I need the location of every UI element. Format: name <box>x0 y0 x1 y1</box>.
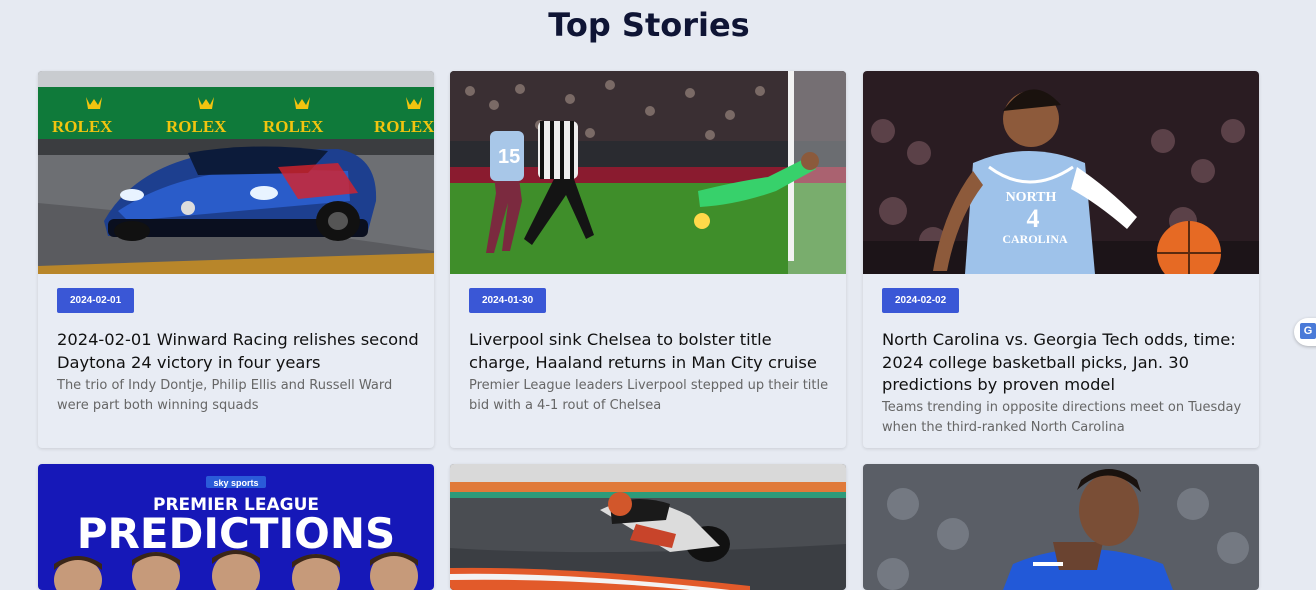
story-image-basketball[interactable]: NORTH 4 CAROLINA <box>863 71 1259 274</box>
story-image-football[interactable]: 15 <box>450 71 846 274</box>
story-headline[interactable]: 2024-02-01 Winward Racing relishes secon… <box>57 329 419 374</box>
date-badge: 2024-02-01 <box>57 288 135 313</box>
image-text: ROLEX <box>52 117 113 136</box>
image-text: 4 <box>1027 204 1040 233</box>
date-badge: 2024-02-02 <box>882 288 960 313</box>
story-card[interactable]: sky sports PREMIER LEAGUE PREDICTIONS <box>38 464 434 590</box>
image-text: sky sports <box>213 478 258 488</box>
story-image-racing[interactable]: ROLEX ROLEX ROLEX ROLEX <box>38 71 434 274</box>
story-card[interactable]: ROLEX ROLEX ROLEX ROLEX 2024-02-01 2024-… <box>38 71 434 448</box>
story-card[interactable]: 15 2024-01-30 Liverpool sink Chelsea to … <box>450 71 846 448</box>
story-headline[interactable]: Liverpool sink Chelsea to bolster title … <box>469 329 831 374</box>
story-headline[interactable]: North Carolina vs. Georgia Tech odds, ti… <box>882 329 1244 397</box>
story-card[interactable] <box>863 464 1259 590</box>
image-text: ROLEX <box>166 117 227 136</box>
image-text: ROLEX <box>374 117 434 136</box>
image-text: 15 <box>498 146 520 168</box>
google-translate-icon[interactable]: G <box>1300 323 1316 339</box>
story-summary: Premier League leaders Liverpool stepped… <box>469 378 829 413</box>
page-title: Top Stories <box>548 6 750 44</box>
story-summary: The trio of Indy Dontje, Philip Ellis an… <box>57 378 393 413</box>
image-text: ROLEX <box>263 117 324 136</box>
translate-widget[interactable]: G <box>1294 318 1316 346</box>
story-image-player[interactable] <box>863 464 1259 590</box>
story-image-predictions[interactable]: sky sports PREMIER LEAGUE PREDICTIONS <box>38 464 434 590</box>
story-card[interactable] <box>450 464 846 590</box>
image-text: NORTH <box>1006 190 1057 205</box>
story-summary: Teams trending in opposite directions me… <box>882 400 1242 435</box>
story-card[interactable]: NORTH 4 CAROLINA 2024-02-02 North Caroli… <box>863 71 1259 448</box>
image-text: CAROLINA <box>1002 232 1068 246</box>
story-image-motogp[interactable] <box>450 464 846 590</box>
date-badge: 2024-01-30 <box>469 288 547 313</box>
